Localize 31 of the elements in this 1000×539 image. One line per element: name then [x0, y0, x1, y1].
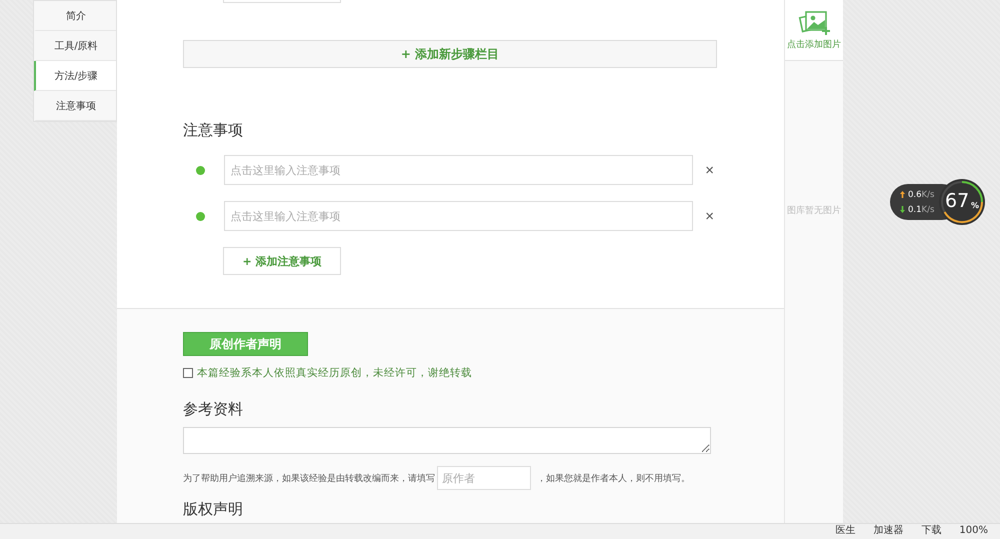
close-button[interactable]: × — [701, 162, 718, 178]
down-arrow-icon — [900, 206, 905, 213]
bullet-dot — [196, 212, 205, 220]
download-speed: 0.1K/s — [908, 204, 934, 214]
input-field[interactable] — [223, 0, 341, 3]
usage-percent: 67 — [945, 190, 970, 212]
section-title: 版权声明 — [183, 500, 244, 519]
status-item[interactable]: 下载 — [921, 524, 942, 538]
percent-sign: % — [971, 201, 980, 210]
add-note-button[interactable]: + 添加注意事项 — [223, 247, 341, 275]
hint-text: 为了帮助用户追溯来源，如果该经验是由转载改编而来，请填写 — [183, 472, 435, 484]
section-title: 参考资料 — [183, 400, 244, 419]
checkbox[interactable] — [183, 368, 193, 378]
bullet-dot — [196, 166, 205, 174]
note-input[interactable]: 点击这里输入注意事项 — [224, 155, 694, 185]
status-item[interactable]: 100% — [959, 524, 988, 538]
add-image-icon[interactable] — [797, 10, 831, 36]
checkbox-label: 本篇经验系本人依照真实经历原创，未经许可，谢绝转载 — [197, 366, 472, 380]
add-image-label[interactable]: 点击添加图片 — [787, 38, 841, 50]
nav-item[interactable]: 方法/步骤 — [34, 61, 116, 91]
up-arrow-icon — [900, 191, 905, 198]
status-item[interactable]: 医生 — [835, 524, 856, 538]
upload-speed: 0.6K/s — [908, 190, 934, 200]
close-button[interactable]: × — [701, 208, 718, 224]
empty-gallery-text: 图库暂无图片 — [786, 204, 842, 217]
note-input[interactable]: 点击这里输入注意事项 — [224, 201, 694, 231]
references-textarea[interactable] — [183, 427, 711, 454]
section-title: 注意事项 — [183, 121, 244, 140]
author-input[interactable]: 原作者 — [437, 466, 531, 490]
hint-text: ，如果您就是作者本人，则不用填写。 — [537, 472, 690, 484]
status-item[interactable]: 加速器 — [873, 524, 904, 538]
